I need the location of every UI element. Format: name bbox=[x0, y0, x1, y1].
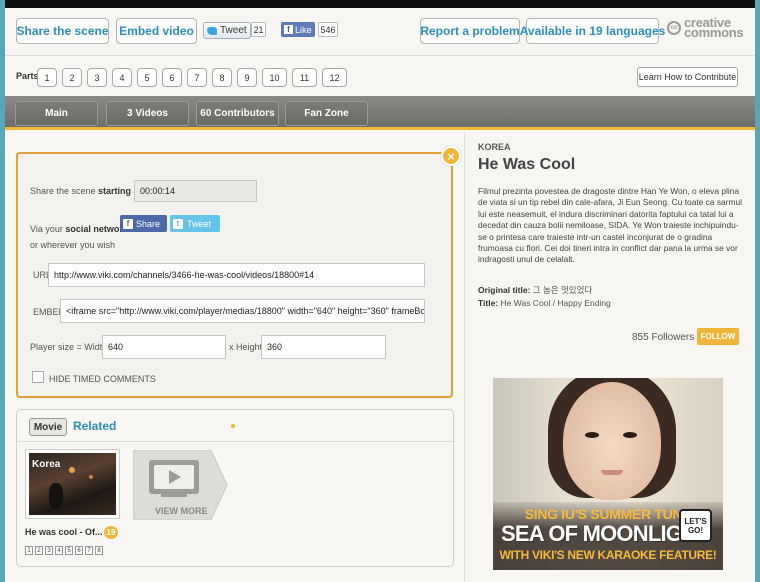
part-button-6[interactable]: 6 bbox=[162, 68, 182, 87]
start-time-field[interactable]: 00:00:14 bbox=[134, 180, 257, 202]
part-button-11[interactable]: 11 bbox=[292, 68, 317, 87]
show-country: KOREA bbox=[478, 142, 511, 152]
tweet-label: Tweet bbox=[220, 25, 247, 36]
show-description: Filmul prezinta povestea de dragoste din… bbox=[478, 186, 742, 265]
embed-video-button[interactable]: Embed video bbox=[116, 18, 197, 44]
social-network-label: Via your social network bbox=[30, 224, 128, 234]
tab-related[interactable]: Related bbox=[73, 419, 116, 433]
languages-button[interactable]: Available in 19 languages bbox=[520, 18, 665, 44]
share-scene-button[interactable]: Share the scene bbox=[16, 18, 109, 44]
facebook-share-button[interactable]: f Share bbox=[120, 215, 167, 232]
tab-main[interactable]: Main bbox=[15, 101, 98, 126]
twitter-bird-icon: t bbox=[173, 218, 183, 229]
ad-headline-3: WITH VIKI'S NEW KARAOKE FEATURE! bbox=[499, 548, 717, 562]
facebook-icon: f bbox=[123, 218, 133, 229]
tab-movie[interactable]: Movie bbox=[29, 418, 67, 436]
part-button-7[interactable]: 7 bbox=[187, 68, 207, 87]
wherever-label: or wherever you wish bbox=[30, 240, 116, 250]
top-bar bbox=[5, 0, 755, 8]
column-divider bbox=[464, 132, 465, 582]
part-button-4[interactable]: 4 bbox=[112, 68, 132, 87]
like-label: Like bbox=[295, 24, 312, 35]
tweet-count: 21 bbox=[251, 22, 266, 37]
part-button-2[interactable]: 2 bbox=[62, 68, 82, 87]
tab-fan-zone[interactable]: Fan Zone bbox=[285, 101, 368, 126]
video-count-badge: 19 bbox=[104, 526, 118, 539]
channel-nav: Main 3 Videos 60 Contributors Fan Zone bbox=[5, 96, 755, 130]
show-title: He Was Cool bbox=[478, 156, 576, 173]
part-button-5[interactable]: 5 bbox=[137, 68, 157, 87]
hide-comments-checkbox[interactable] bbox=[32, 371, 44, 383]
creative-commons-logo[interactable]: cc creative commons bbox=[667, 16, 744, 40]
original-title: Original title: 그 놈은 멋있었다 bbox=[478, 285, 593, 295]
ad-lets-go-badge: LET'S GO! bbox=[679, 509, 712, 542]
embed-code-field[interactable]: <iframe src="http://www.viki.com/player/… bbox=[60, 299, 425, 323]
height-label: x Height bbox=[229, 342, 263, 352]
indicator-dot bbox=[231, 424, 235, 428]
hide-comments-label: HIDE TIMED COMMENTS bbox=[49, 374, 156, 384]
close-share-panel-button[interactable]: × bbox=[441, 146, 461, 166]
ad-portrait-face bbox=[563, 382, 661, 500]
part-button-3[interactable]: 3 bbox=[87, 68, 107, 87]
twitter-share-button[interactable]: t Tweet bbox=[170, 215, 220, 232]
facebook-like-button[interactable]: f Like bbox=[281, 22, 315, 37]
thumbnail-country-tag: Korea bbox=[32, 459, 61, 470]
facebook-icon: f bbox=[284, 25, 293, 34]
learn-contribute-button[interactable]: Learn How to Contribute bbox=[637, 67, 738, 87]
part-button-9[interactable]: 9 bbox=[237, 68, 257, 87]
start-time-label: Share the scene starting at bbox=[30, 186, 142, 196]
mini-part-1[interactable]: 1 bbox=[25, 546, 33, 555]
width-field[interactable]: 640 bbox=[102, 335, 226, 359]
followers-count: 855 Followers bbox=[632, 332, 695, 343]
divider bbox=[5, 55, 755, 56]
report-problem-button[interactable]: Report a problem bbox=[420, 18, 520, 44]
video-title-link[interactable]: He was cool - Of... bbox=[25, 527, 103, 537]
tab-videos[interactable]: 3 Videos bbox=[106, 101, 189, 126]
twitter-bird-icon bbox=[207, 26, 217, 35]
mini-part-7[interactable]: 7 bbox=[85, 546, 93, 555]
tweet-button[interactable]: Tweet bbox=[203, 22, 251, 39]
view-more-label: VIEW MORE bbox=[155, 506, 208, 516]
cc-text-line2: commons bbox=[684, 25, 744, 40]
part-button-1[interactable]: 1 bbox=[37, 68, 57, 87]
karaoke-ad-banner[interactable]: SING IU'S SUMMER TUNE SEA OF MOONLIGHT W… bbox=[493, 378, 723, 570]
mini-part-2[interactable]: 2 bbox=[35, 546, 43, 555]
cc-icon: cc bbox=[667, 21, 681, 35]
player-size-label: Player size = Width bbox=[30, 342, 108, 352]
follow-button[interactable]: FOLLOW bbox=[697, 328, 739, 345]
divider bbox=[17, 441, 453, 442]
mini-part-8[interactable]: 8 bbox=[95, 546, 103, 555]
url-field[interactable]: http://www.viki.com/channels/3466-he-was… bbox=[48, 263, 425, 287]
title-line: Title: He Was Cool / Happy Ending bbox=[478, 298, 611, 308]
like-count: 546 bbox=[318, 22, 338, 37]
mini-part-4[interactable]: 4 bbox=[55, 546, 63, 555]
height-field[interactable]: 360 bbox=[261, 335, 386, 359]
mini-part-5[interactable]: 5 bbox=[65, 546, 73, 555]
mini-part-3[interactable]: 3 bbox=[45, 546, 53, 555]
tab-contributors[interactable]: 60 Contributors bbox=[196, 101, 279, 126]
part-button-10[interactable]: 10 bbox=[262, 68, 287, 87]
part-button-8[interactable]: 8 bbox=[212, 68, 232, 87]
page: Share the scene Embed video Tweet 21 f L… bbox=[5, 0, 755, 582]
mini-part-6[interactable]: 6 bbox=[75, 546, 83, 555]
part-button-12[interactable]: 12 bbox=[322, 68, 347, 87]
